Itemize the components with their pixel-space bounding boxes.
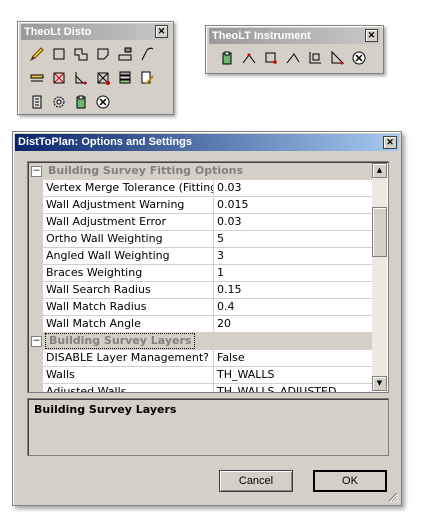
dialog-title-bar[interactable]: DistToPlan: Options and Settings ✕ <box>15 134 399 151</box>
property-grid-rows: − Building Survey Fitting Options Vertex… <box>29 163 374 392</box>
layer-lines-icon[interactable] <box>28 69 46 87</box>
vertical-scrollbar[interactable]: ▲ ▼ <box>372 163 387 391</box>
property-value[interactable]: False <box>214 350 374 366</box>
layer-rect-icon[interactable] <box>116 45 134 63</box>
category-fitting-options[interactable]: − Building Survey Fitting Options <box>29 163 374 180</box>
property-row[interactable]: Walls TH_WALLS <box>29 367 374 384</box>
cross-box-icon[interactable] <box>50 69 68 87</box>
property-grid: − Building Survey Fitting Options Vertex… <box>27 161 389 393</box>
property-value[interactable]: 20 <box>214 316 374 332</box>
edit-doc-icon[interactable] <box>138 69 156 87</box>
property-row[interactable]: Braces Weighting 1 <box>29 265 374 282</box>
measure-tri-icon[interactable] <box>72 69 90 87</box>
property-row[interactable]: Wall Match Angle 20 <box>29 316 374 333</box>
collapse-toggle-icon[interactable]: − <box>31 336 42 347</box>
clip-icon[interactable] <box>218 49 236 67</box>
options-dialog: DistToPlan: Options and Settings ✕ − Bui… <box>12 131 402 506</box>
pencil-icon[interactable] <box>28 45 46 63</box>
property-name: Wall Match Angle <box>43 316 214 332</box>
cross-box-red-icon[interactable] <box>94 69 112 87</box>
property-value[interactable]: 0.03 <box>214 214 374 230</box>
instrument-close-button[interactable]: ✕ <box>365 29 378 42</box>
point-arc-icon[interactable] <box>240 49 258 67</box>
corner-rect-icon[interactable] <box>94 45 112 63</box>
property-row[interactable]: Wall Search Radius 0.15 <box>29 282 374 299</box>
category-survey-layers[interactable]: − Building Survey Layers <box>29 333 374 350</box>
category-label: Building Survey Layers <box>45 333 196 349</box>
step-rect-icon[interactable] <box>72 45 90 63</box>
property-name: Braces Weighting <box>43 265 214 281</box>
rectangle-icon[interactable] <box>50 45 68 63</box>
category-label: Building Survey Fitting Options <box>48 164 244 177</box>
scroll-thumb[interactable] <box>372 207 387 257</box>
disto-toolbar-title[interactable]: TheoLt Disto ✕ <box>21 24 170 40</box>
property-value[interactable]: 1 <box>214 265 374 281</box>
device-icon[interactable] <box>28 93 46 111</box>
property-value[interactable]: 5 <box>214 231 374 247</box>
layers-stack-icon[interactable] <box>116 69 134 87</box>
property-row[interactable]: Angled Wall Weighting 3 <box>29 248 374 265</box>
property-value[interactable]: TH_WALLS <box>214 367 374 383</box>
property-row[interactable]: Wall Adjustment Error 0.03 <box>29 214 374 231</box>
property-name: Wall Match Radius <box>43 299 214 315</box>
property-name: Adjusted Walls <box>43 384 214 392</box>
property-name: Wall Adjustment Error <box>43 214 214 230</box>
arc-line-icon[interactable] <box>138 45 156 63</box>
triangle-measure-icon[interactable] <box>328 49 346 67</box>
instrument-toolbar: TheoLT Instrument ✕ <box>205 25 384 74</box>
corner-measure-icon[interactable] <box>306 49 324 67</box>
property-name: Wall Adjustment Warning <box>43 197 214 213</box>
property-row[interactable]: Wall Match Radius 0.4 <box>29 299 374 316</box>
property-row[interactable]: DISABLE Layer Management? False <box>29 350 374 367</box>
angle-line-icon[interactable] <box>284 49 302 67</box>
scroll-down-button[interactable]: ▼ <box>372 376 387 391</box>
close-circle-icon[interactable] <box>350 49 368 67</box>
property-value[interactable]: 0.03 <box>214 180 374 196</box>
property-name: Wall Search Radius <box>43 282 214 298</box>
box-point-icon[interactable] <box>262 49 280 67</box>
dialog-close-button[interactable]: ✕ <box>383 136 397 149</box>
property-row[interactable]: Ortho Wall Weighting 5 <box>29 231 374 248</box>
property-name: Vertex Merge Tolerance (Fitting) <box>43 180 214 196</box>
clip-icon[interactable] <box>72 93 90 111</box>
property-row[interactable]: Vertex Merge Tolerance (Fitting) 0.03 <box>29 180 374 197</box>
dialog-title: DistToPlan: Options and Settings <box>18 136 192 148</box>
property-value[interactable]: 0.4 <box>214 299 374 315</box>
property-value[interactable]: 0.015 <box>214 197 374 213</box>
description-panel: Building Survey Layers <box>27 398 389 456</box>
property-value[interactable]: TH_WALLS_ADJUSTED <box>214 384 374 392</box>
property-name: Ortho Wall Weighting <box>43 231 214 247</box>
property-name: Angled Wall Weighting <box>43 248 214 264</box>
disto-close-button[interactable]: ✕ <box>155 25 168 38</box>
property-name: DISABLE Layer Management? <box>43 350 214 366</box>
gear-icon[interactable] <box>50 93 68 111</box>
description-text: Building Survey Layers <box>34 403 177 416</box>
property-name: Walls <box>43 367 214 383</box>
property-row[interactable]: Wall Adjustment Warning 0.015 <box>29 197 374 214</box>
disto-toolbar: TheoLt Disto ✕ <box>17 21 174 115</box>
scroll-up-button[interactable]: ▲ <box>372 163 387 178</box>
property-value[interactable]: 3 <box>214 248 374 264</box>
instrument-toolbar-title[interactable]: TheoLT Instrument ✕ <box>209 28 380 44</box>
resize-grip-icon[interactable] <box>387 491 398 502</box>
property-value[interactable]: 0.15 <box>214 282 374 298</box>
collapse-toggle-icon[interactable]: − <box>31 166 42 177</box>
ok-button[interactable]: OK <box>313 470 387 492</box>
property-row[interactable]: Adjusted Walls TH_WALLS_ADJUSTED <box>29 384 374 392</box>
cancel-button[interactable]: Cancel <box>219 470 293 492</box>
close-circle-icon[interactable] <box>94 93 112 111</box>
